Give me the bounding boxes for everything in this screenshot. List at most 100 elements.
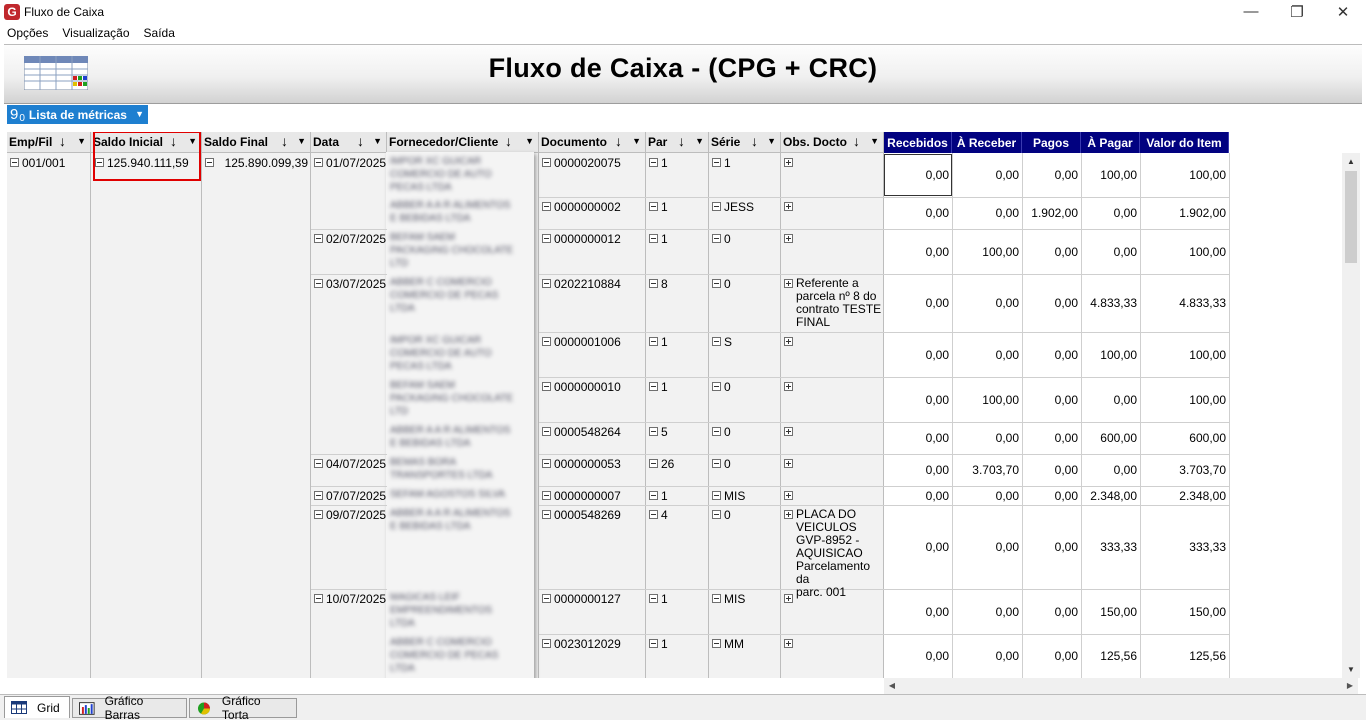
sort-down-icon[interactable]: ↓ (678, 133, 685, 149)
documento-cell[interactable]: 0023012029 (542, 637, 621, 651)
sort-down-icon[interactable]: ↓ (59, 133, 66, 149)
chevron-down-icon[interactable]: ▼ (525, 136, 534, 146)
documento-cell[interactable]: 0000548264 (542, 425, 621, 439)
expand-icon[interactable] (784, 459, 793, 468)
value-recebidos[interactable]: 0,00 (884, 296, 952, 310)
collapse-icon[interactable] (649, 594, 658, 603)
value-pagos[interactable]: 0,00 (1022, 348, 1081, 362)
value-valor[interactable]: 2.348,00 (1140, 489, 1229, 503)
par-cell[interactable]: 1 (649, 380, 668, 394)
collapse-icon[interactable] (649, 337, 658, 346)
obs-cell[interactable] (784, 156, 882, 167)
documento-cell[interactable]: 0000548269 (542, 508, 621, 522)
obs-cell[interactable] (784, 335, 882, 346)
value-a-receber[interactable]: 3.703,70 (952, 463, 1022, 477)
obs-cell[interactable] (784, 425, 882, 436)
value-pagos[interactable]: 0,00 (1022, 245, 1081, 259)
par-cell[interactable]: 1 (649, 156, 668, 170)
value-a-receber[interactable]: 0,00 (952, 431, 1022, 445)
value-recebidos[interactable]: 0,00 (884, 393, 952, 407)
value-valor[interactable]: 333,33 (1140, 540, 1229, 554)
scroll-down-icon[interactable]: ▼ (1342, 661, 1360, 678)
serie-cell[interactable]: MIS (712, 489, 745, 503)
value-pagos[interactable]: 0,00 (1022, 168, 1081, 182)
value-recebidos[interactable]: 0,00 (884, 431, 952, 445)
sort-down-icon[interactable]: ↓ (281, 133, 288, 149)
par-cell[interactable]: 1 (649, 637, 668, 651)
expand-icon[interactable] (784, 491, 793, 500)
documento-cell[interactable]: 0000000010 (542, 380, 621, 394)
header-data[interactable]: Data ↓ ▼ (311, 132, 387, 153)
collapse-icon[interactable] (314, 510, 323, 519)
documento-cell[interactable]: 0000020075 (542, 156, 621, 170)
serie-cell[interactable]: MM (712, 637, 744, 651)
chevron-down-icon[interactable]: ▼ (373, 136, 382, 146)
collapse-icon[interactable] (712, 639, 721, 648)
chevron-down-icon[interactable]: ▼ (695, 136, 704, 146)
collapse-icon[interactable] (712, 279, 721, 288)
sort-down-icon[interactable]: ↓ (615, 133, 622, 149)
expand-icon[interactable] (784, 202, 793, 211)
value-a-receber[interactable]: 0,00 (952, 348, 1022, 362)
collapse-icon[interactable] (542, 594, 551, 603)
value-a-receber[interactable]: 0,00 (952, 296, 1022, 310)
collapse-icon[interactable] (712, 594, 721, 603)
documento-cell[interactable]: 0202210884 (542, 277, 621, 291)
value-a-pagar[interactable]: 100,00 (1081, 348, 1140, 362)
fornecedor-cell[interactable]: BEMAS BORA TRANSPORTES LTDA (390, 456, 536, 482)
value-a-pagar[interactable]: 600,00 (1081, 431, 1140, 445)
par-cell[interactable]: 8 (649, 277, 668, 291)
collapse-icon[interactable] (314, 491, 323, 500)
obs-cell[interactable] (784, 380, 882, 391)
fornecedor-cell[interactable]: IMPOR XC GUICAR COMERCIO DE AUTO PECAS LTD… (390, 155, 536, 194)
header-recebidos[interactable]: Recebidos (884, 132, 952, 153)
serie-cell[interactable]: 0 (712, 232, 731, 246)
collapse-icon[interactable] (314, 459, 323, 468)
value-a-pagar[interactable]: 0,00 (1081, 245, 1140, 259)
header-saldo-final[interactable]: Saldo Final ↓ ▼ (202, 132, 311, 153)
obs-cell[interactable] (784, 457, 882, 468)
fornecedor-cell[interactable]: ABBER C COMERCIO COMERCIO DE PECAS LTDA (390, 276, 536, 315)
par-cell[interactable]: 26 (649, 457, 674, 471)
fornecedor-cell[interactable]: BEFAM SAEM PACKAGING CHOCOLATE LTD (390, 231, 536, 270)
sort-down-icon[interactable]: ↓ (751, 133, 758, 149)
serie-cell[interactable]: 0 (712, 380, 731, 394)
fornecedor-cell[interactable]: SEFAM AGOSTOS SILVA (390, 488, 536, 501)
expand-icon[interactable] (784, 639, 793, 648)
header-obs-docto[interactable]: Obs. Docto ↓ ▼ (781, 132, 884, 153)
menu-opcoes[interactable]: Opções (0, 26, 55, 40)
value-pagos[interactable]: 0,00 (1022, 605, 1081, 619)
value-recebidos[interactable]: 0,00 (884, 540, 952, 554)
expand-icon[interactable] (784, 337, 793, 346)
value-a-receber[interactable]: 0,00 (952, 605, 1022, 619)
serie-cell[interactable]: 0 (712, 508, 731, 522)
value-valor[interactable]: 100,00 (1140, 168, 1229, 182)
value-pagos[interactable]: 0,00 (1022, 393, 1081, 407)
value-a-pagar[interactable]: 100,00 (1081, 168, 1140, 182)
collapse-icon[interactable] (649, 279, 658, 288)
value-a-receber[interactable]: 0,00 (952, 540, 1022, 554)
collapse-icon[interactable] (712, 382, 721, 391)
collapse-icon[interactable] (542, 279, 551, 288)
scroll-up-icon[interactable]: ▲ (1342, 153, 1360, 170)
value-pagos[interactable]: 0,00 (1022, 431, 1081, 445)
fornecedor-cell[interactable]: IMPOR XC GUICAR COMERCIO DE AUTO PECAS LTD… (390, 334, 536, 373)
obs-cell[interactable]: Referente a parcela nº 8 do contrato TESTE… (784, 277, 882, 329)
par-cell[interactable]: 5 (649, 425, 668, 439)
obs-cell[interactable] (784, 232, 882, 243)
value-valor[interactable]: 1.902,00 (1140, 206, 1229, 220)
collapse-icon[interactable] (205, 158, 214, 167)
minimize-button[interactable]: — (1228, 0, 1274, 23)
value-a-receber[interactable]: 0,00 (952, 489, 1022, 503)
scroll-thumb[interactable] (1345, 171, 1357, 263)
fornecedor-cell[interactable]: ABBER A A R ALIMENTOS E BEBIDAS LTDA (390, 424, 536, 450)
date-cell[interactable]: 02/07/2025 (314, 232, 386, 246)
tab-grafico-torta[interactable]: Gráfico Torta (189, 694, 297, 722)
collapse-icon[interactable] (542, 337, 551, 346)
expand-icon[interactable] (784, 427, 793, 436)
par-cell[interactable]: 1 (649, 232, 668, 246)
documento-cell[interactable]: 0000000002 (542, 200, 621, 214)
header-a-pagar[interactable]: À Pagar (1081, 132, 1140, 153)
collapse-icon[interactable] (649, 510, 658, 519)
serie-cell[interactable]: 1 (712, 156, 731, 170)
